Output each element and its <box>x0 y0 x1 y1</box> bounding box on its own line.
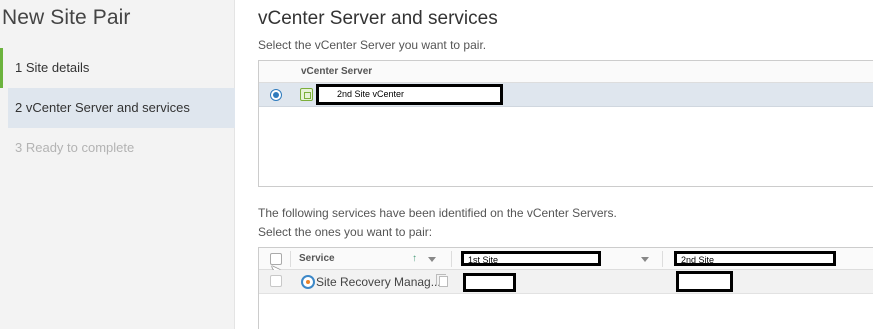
site-recovery-icon <box>301 275 315 289</box>
service-row-checkbox[interactable] <box>270 275 282 287</box>
column-separator <box>451 251 452 267</box>
services-select-text: Select the ones you want to pair: <box>258 225 433 239</box>
services-grid-header: Service ↑ 1st Site 2nd Site <box>259 248 873 270</box>
main-content: vCenter Server and services Select the v… <box>236 0 873 329</box>
filter-icon[interactable] <box>641 257 649 262</box>
services-text: The following services have been identif… <box>258 206 617 220</box>
column-separator <box>662 251 663 267</box>
site2-value <box>676 271 733 292</box>
service-column-header[interactable]: Service <box>299 248 335 270</box>
vcenter-grid: vCenter Server 2nd Site vCenter <box>258 60 873 187</box>
services-grid: Service ↑ 1st Site 2nd Site ➤ Site Recov… <box>258 247 873 329</box>
vcenter-row[interactable]: 2nd Site vCenter <box>259 83 873 107</box>
service-row[interactable]: Site Recovery Manag... <box>259 270 873 294</box>
site1-column-header[interactable]: 1st Site <box>461 251 601 266</box>
vcenter-icon <box>300 88 313 101</box>
filter-icon[interactable] <box>428 257 436 262</box>
vcenter-radio[interactable] <box>270 89 282 101</box>
wizard-steps: 1 Site details 2 vCenter Server and serv… <box>0 48 235 168</box>
service-name: Site Recovery Manag... <box>316 275 441 289</box>
page-title: vCenter Server and services <box>258 8 498 29</box>
site2-column-header[interactable]: 2nd Site <box>674 251 836 266</box>
step-vcenter-services[interactable]: 2 vCenter Server and services <box>8 88 235 128</box>
vcenter-grid-header: vCenter Server <box>259 61 873 83</box>
step-site-details[interactable]: 1 Site details <box>0 48 235 88</box>
wizard-title: New Site Pair <box>2 6 131 29</box>
wizard-nav: New Site Pair 1 Site details 2 vCenter S… <box>0 0 235 329</box>
column-separator <box>290 251 291 267</box>
sort-ascending-icon[interactable]: ↑ <box>412 253 417 264</box>
vc-instruction: Select the vCenter Server you want to pa… <box>258 38 487 52</box>
copy-icon[interactable] <box>436 274 448 287</box>
vcenter-column-header[interactable]: vCenter Server <box>301 61 372 83</box>
vcenter-name: 2nd Site vCenter <box>316 84 503 105</box>
site1-value <box>463 273 516 292</box>
step-ready-to-complete: 3 Ready to complete <box>15 140 135 155</box>
